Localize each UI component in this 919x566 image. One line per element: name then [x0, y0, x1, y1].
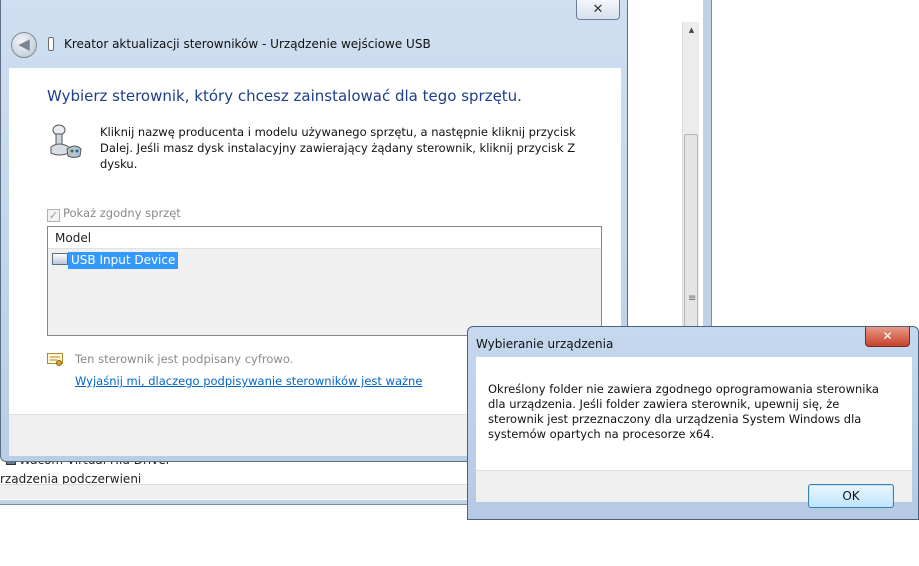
list-item[interactable]: USB Input Device [52, 252, 179, 269]
vertical-scrollbar[interactable]: ▲ ≡ [682, 22, 700, 344]
back-arrow-icon: ◀ [18, 35, 30, 53]
device-icon [52, 253, 68, 265]
show-compatible-hardware-checkbox[interactable]: ✓ Pokaż zgodny sprzęt [47, 206, 181, 222]
dialog-body: Określony folder nie zawiera zgodnego op… [476, 357, 912, 502]
model-list[interactable]: Model USB Input Device [47, 226, 602, 336]
signed-driver-text: Ten sterownik jest podpisany cyfrowo. [75, 352, 294, 366]
instructions-text: Kliknij nazwę producenta i modelu używan… [100, 125, 576, 171]
scroll-grip-icon: ≡ [688, 293, 697, 304]
scroll-up-arrow-icon[interactable]: ▲ [683, 22, 700, 39]
checkbox-checked-icon[interactable]: ✓ [47, 209, 60, 222]
scroll-thumb[interactable]: ≡ [684, 134, 698, 344]
driver-signing-link[interactable]: Wyjaśnij mi, dlaczego podpisywanie stero… [75, 374, 422, 388]
hardware-icon [50, 124, 82, 158]
checkbox-label: Pokaż zgodny sprzęt [63, 206, 181, 220]
close-button[interactable]: ✕ [576, 0, 620, 20]
ok-button[interactable]: OK [808, 484, 894, 508]
dialog-title: Wybieranie urządzenia [476, 337, 614, 351]
close-icon: ✕ [592, 2, 604, 17]
error-message: Określony folder nie zawiera zgodnego op… [488, 382, 879, 441]
page-title: Wybierz sterownik, który chcesz zainstal… [47, 87, 522, 105]
window-title: Kreator aktualizacji sterowników - Urząd… [64, 37, 431, 51]
usb-device-icon [48, 37, 54, 51]
dialog-close-button[interactable]: ✕ [865, 327, 910, 347]
select-device-dialog: Wybieranie urządzenia ✕ Określony folder… [467, 326, 919, 520]
close-icon: ✕ [882, 329, 893, 343]
list-item-label: USB Input Device [68, 252, 179, 269]
certificate-icon [47, 353, 63, 366]
column-header-model[interactable]: Model [48, 227, 601, 249]
back-button[interactable]: ◀ [11, 32, 37, 58]
